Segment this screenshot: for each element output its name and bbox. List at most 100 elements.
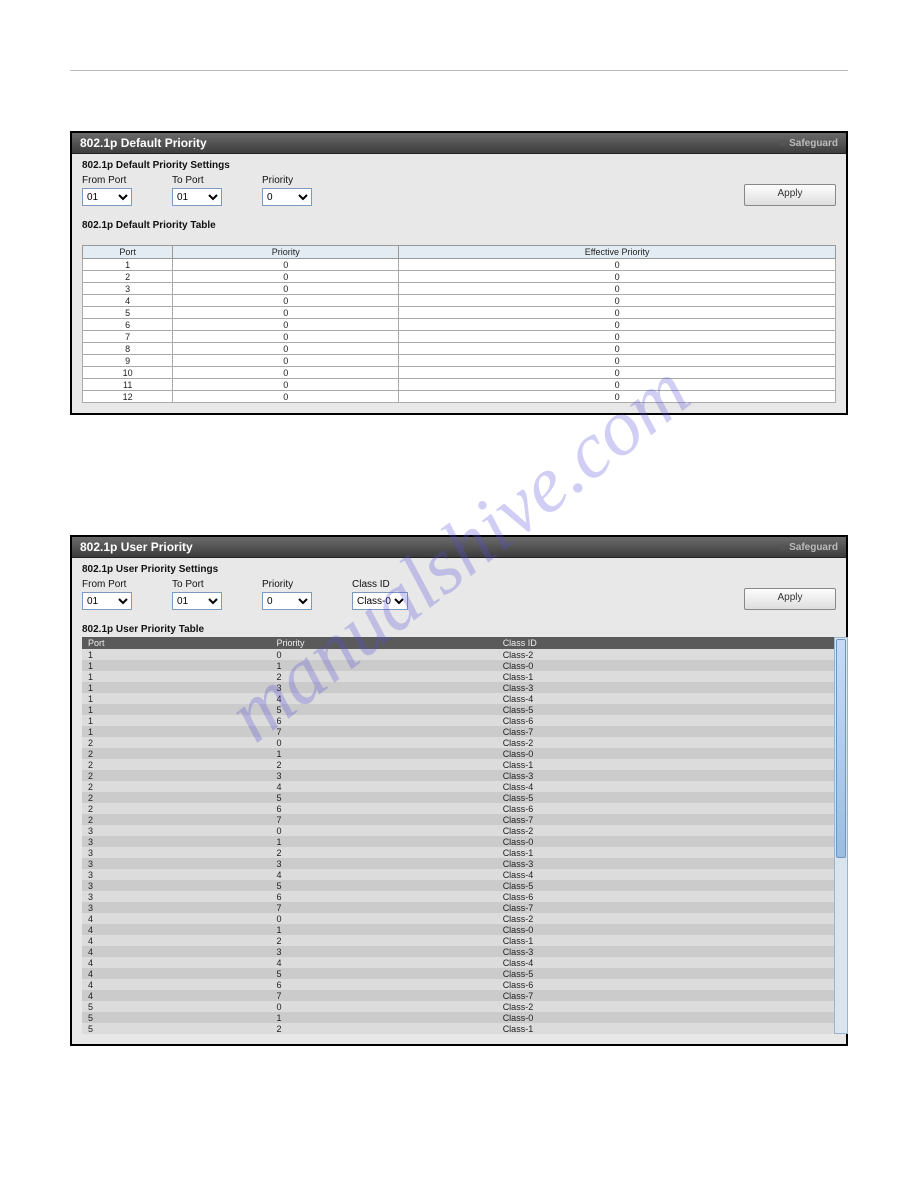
class-id-select[interactable]: Class-0	[352, 592, 408, 610]
priority-label: Priority	[262, 579, 312, 590]
cell: 6	[271, 803, 497, 814]
cell: 0	[173, 367, 399, 379]
cell: 7	[271, 814, 497, 825]
table-row: 20Class-2	[82, 737, 836, 748]
cell: 4	[82, 957, 271, 968]
table-row: 40Class-2	[82, 913, 836, 924]
cell: Class-3	[497, 858, 836, 869]
settings-header: 802.1p User Priority Settings	[82, 564, 836, 575]
cell: Class-5	[497, 704, 836, 715]
cell: 8	[83, 343, 173, 355]
from-port-select[interactable]: 01	[82, 592, 132, 610]
priority-select[interactable]: 0	[262, 592, 312, 610]
table-row: 300	[83, 283, 836, 295]
cell: 1	[271, 924, 497, 935]
cell: 2	[82, 792, 271, 803]
apply-button[interactable]: Apply	[744, 184, 836, 206]
cell: 0	[173, 307, 399, 319]
cell: Class-0	[497, 660, 836, 671]
cell: 0	[399, 343, 836, 355]
cell: Class-4	[497, 693, 836, 704]
cell: 0	[173, 355, 399, 367]
to-port-select[interactable]: 01	[172, 592, 222, 610]
cell: Class-7	[497, 990, 836, 1001]
priority-select[interactable]: 0	[262, 188, 312, 206]
cell: Class-6	[497, 803, 836, 814]
cell: 2	[271, 1023, 497, 1034]
scrollbar-thumb[interactable]	[836, 639, 846, 858]
safeguard-indicator: Safeguard	[780, 138, 838, 149]
table-row: 400	[83, 295, 836, 307]
cell: Class-2	[497, 825, 836, 836]
table-row: 52Class-1	[82, 1023, 836, 1034]
cell: 3	[271, 858, 497, 869]
table-row: 15Class-5	[82, 704, 836, 715]
cell: 1	[82, 693, 271, 704]
cell: 1	[271, 1012, 497, 1023]
cell: Class-2	[497, 1001, 836, 1012]
table-row: 43Class-3	[82, 946, 836, 957]
from-port-label: From Port	[82, 579, 132, 590]
cell: 0	[173, 259, 399, 271]
cell: 3	[82, 858, 271, 869]
cell: 0	[173, 319, 399, 331]
cell: 0	[271, 649, 497, 660]
cell: Class-7	[497, 902, 836, 913]
table-row: 24Class-4	[82, 781, 836, 792]
table-row: 10Class-2	[82, 649, 836, 660]
cell: 0	[173, 331, 399, 343]
default-priority-table: Port Priority Effective Priority 1002003…	[82, 245, 836, 403]
cell: 7	[271, 902, 497, 913]
cell: 3	[82, 880, 271, 891]
table-row: 42Class-1	[82, 935, 836, 946]
table-row: 600	[83, 319, 836, 331]
to-port-select[interactable]: 01	[172, 188, 222, 206]
cell: 0	[399, 391, 836, 403]
cell: 2	[82, 814, 271, 825]
cell: Class-0	[497, 1012, 836, 1023]
table-row: 200	[83, 271, 836, 283]
table-row: 1100	[83, 379, 836, 391]
cell: 0	[173, 343, 399, 355]
to-port-label: To Port	[172, 579, 222, 590]
cell: 1	[82, 682, 271, 693]
table-row: 46Class-6	[82, 979, 836, 990]
cell: 3	[82, 891, 271, 902]
cell: 0	[399, 331, 836, 343]
table-row: 500	[83, 307, 836, 319]
cell: 4	[82, 979, 271, 990]
cell: Class-2	[497, 913, 836, 924]
cell: 2	[82, 803, 271, 814]
cell: 5	[82, 1012, 271, 1023]
cell: 0	[399, 259, 836, 271]
cell: 1	[82, 704, 271, 715]
table-row: 47Class-7	[82, 990, 836, 1001]
scrollbar[interactable]	[834, 637, 848, 1034]
cell: 1	[271, 660, 497, 671]
cell: Class-3	[497, 682, 836, 693]
cell: 2	[271, 935, 497, 946]
apply-button[interactable]: Apply	[744, 588, 836, 610]
table-row: 800	[83, 343, 836, 355]
cell: 5	[83, 307, 173, 319]
cell: 0	[399, 379, 836, 391]
default-priority-panel: 802.1p Default Priority Safeguard 802.1p…	[70, 131, 848, 415]
cell: 0	[399, 271, 836, 283]
cell: 0	[173, 379, 399, 391]
cell: 5	[271, 704, 497, 715]
table-row: 33Class-3	[82, 858, 836, 869]
table-row: 35Class-5	[82, 880, 836, 891]
cell: 2	[271, 759, 497, 770]
cell: 3	[82, 869, 271, 880]
col-priority: Priority	[173, 246, 399, 259]
cell: 3	[82, 836, 271, 847]
cell: 0	[399, 319, 836, 331]
from-port-select[interactable]: 01	[82, 188, 132, 206]
table-row: 12Class-1	[82, 671, 836, 682]
settings-controls: From Port 01 To Port 01 Priority 0 Apply	[82, 175, 836, 206]
table-row: 44Class-4	[82, 957, 836, 968]
cell: 4	[271, 869, 497, 880]
cell: 1	[82, 715, 271, 726]
cell: Class-4	[497, 781, 836, 792]
cell: 0	[399, 367, 836, 379]
